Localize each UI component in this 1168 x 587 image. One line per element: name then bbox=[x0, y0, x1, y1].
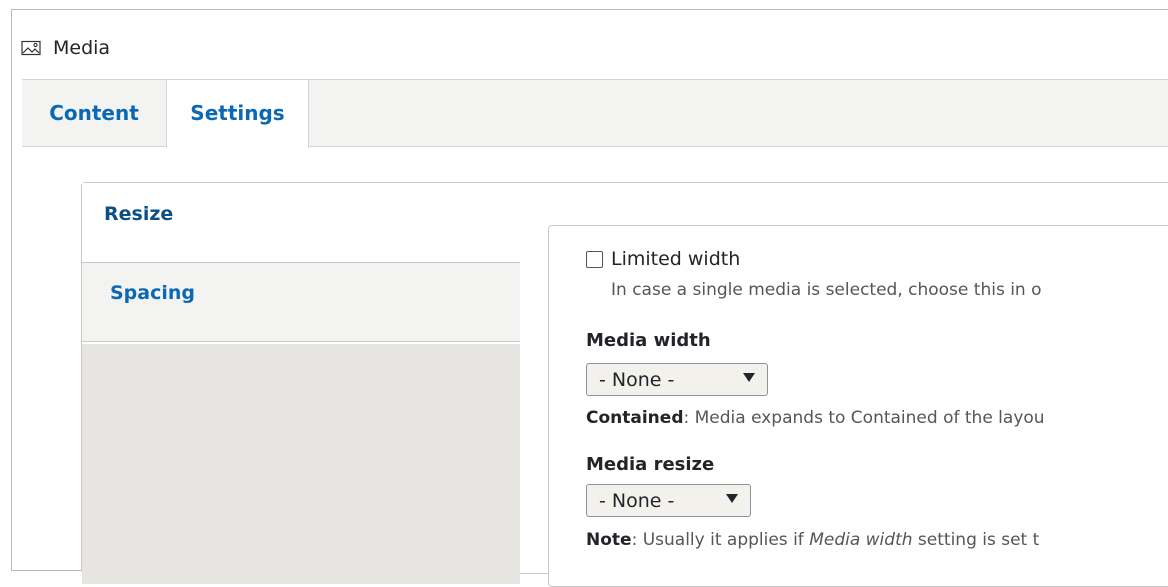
media-width-label: Media width bbox=[586, 330, 711, 351]
media-width-help: Contained: Media expands to Contained of… bbox=[586, 408, 1045, 428]
media-resize-note-text-1: : Usually it applies if bbox=[631, 530, 810, 550]
vertical-tab-resize[interactable]: Resize bbox=[82, 183, 520, 261]
media-resize-note: Note: Usually it applies if Media width … bbox=[586, 530, 1039, 550]
limited-width-checkbox[interactable] bbox=[586, 250, 603, 268]
media-resize-label: Media resize bbox=[586, 454, 715, 475]
media-resize-select-value: - None - bbox=[599, 489, 675, 512]
limited-width-description: In case a single media is selected, choo… bbox=[611, 280, 1042, 300]
vertical-tab-resize-label: Resize bbox=[104, 203, 174, 225]
vertical-tabs-menu-filler bbox=[82, 344, 520, 584]
media-resize-note-term: Note bbox=[586, 530, 632, 550]
tab-content[interactable]: Content bbox=[22, 80, 166, 146]
tab-bar: Content Settings bbox=[22, 79, 1168, 148]
media-width-help-term: Contained bbox=[586, 408, 684, 428]
image-icon bbox=[21, 40, 41, 56]
block-header: Media bbox=[21, 36, 110, 60]
vertical-tab-pane-resize: Limited width In case a single media is … bbox=[548, 225, 1168, 587]
media-width-help-text: : Media expands to Contained of the layo… bbox=[683, 408, 1045, 428]
media-width-select-value: - None - bbox=[599, 368, 675, 391]
block-title: Media bbox=[53, 37, 111, 59]
chevron-down-icon bbox=[726, 494, 738, 503]
media-resize-select[interactable]: - None - bbox=[586, 484, 751, 517]
vertical-tabs: Resize Spacing Limited width In case a s… bbox=[81, 182, 1168, 587]
limited-width-row[interactable]: Limited width bbox=[586, 248, 740, 270]
media-width-select[interactable]: - None - bbox=[586, 363, 768, 396]
media-resize-note-em: Media width bbox=[809, 530, 913, 550]
media-resize-note-text-2: setting is set t bbox=[912, 530, 1040, 550]
vertical-tab-spacing-label: Spacing bbox=[110, 282, 196, 304]
vertical-tabs-menu: Resize Spacing bbox=[82, 183, 520, 584]
tab-settings[interactable]: Settings bbox=[166, 80, 309, 148]
vertical-tab-spacing[interactable]: Spacing bbox=[82, 262, 520, 342]
chevron-down-icon bbox=[743, 373, 755, 382]
limited-width-label[interactable]: Limited width bbox=[611, 248, 740, 270]
